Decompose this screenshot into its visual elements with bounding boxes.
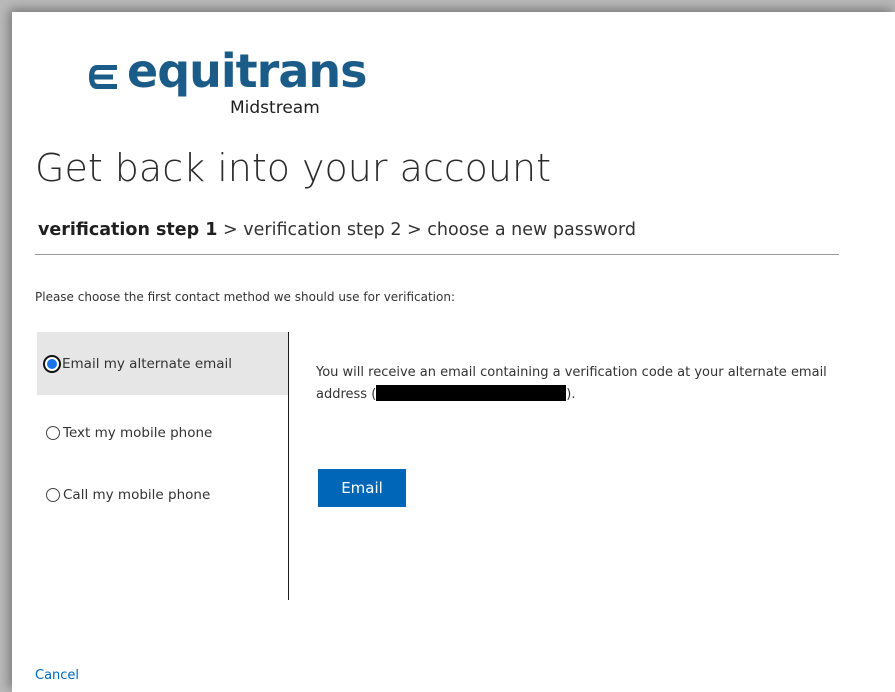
- verification-detail: You will receive an email containing a v…: [316, 362, 856, 406]
- step-three: choose a new password: [427, 220, 636, 240]
- cancel-link[interactable]: Cancel: [35, 668, 79, 683]
- verification-steps-breadcrumb: verification step 1 > verification step …: [38, 220, 636, 240]
- option-email-alternate[interactable]: Email my alternate email: [37, 332, 288, 395]
- password-reset-page: equitrans Midstream Get back into your a…: [12, 12, 895, 692]
- step-current: verification step 1: [38, 220, 218, 240]
- contact-method-options: Email my alternate email Text my mobile …: [37, 332, 288, 600]
- step-separator: >: [407, 220, 422, 240]
- options-divider: [288, 332, 289, 600]
- logo-subtitle: Midstream: [230, 98, 320, 118]
- page-title: Get back into your account: [35, 146, 551, 190]
- option-call-mobile[interactable]: Call my mobile phone: [37, 463, 288, 526]
- detail-text-after: ).: [566, 387, 576, 402]
- radio-unselected-icon[interactable]: [46, 425, 60, 440]
- option-text-mobile[interactable]: Text my mobile phone: [37, 401, 288, 464]
- step-separator: >: [223, 220, 238, 240]
- step-two: verification step 2: [243, 220, 402, 240]
- instruction-text: Please choose the first contact method w…: [35, 290, 455, 304]
- equitrans-e-mark-icon: [89, 65, 117, 89]
- email-button[interactable]: Email: [318, 469, 406, 507]
- radio-unselected-icon[interactable]: [46, 487, 60, 502]
- steps-divider: [35, 254, 839, 255]
- equitrans-logo: equitrans Midstream: [87, 44, 367, 120]
- option-label: Text my mobile phone: [63, 424, 213, 441]
- redacted-email-block: [376, 385, 567, 401]
- logo-wordmark: equitrans: [127, 44, 367, 98]
- option-label: Email my alternate email: [62, 355, 233, 372]
- option-label: Call my mobile phone: [63, 486, 211, 503]
- radio-selected-icon[interactable]: [43, 354, 61, 373]
